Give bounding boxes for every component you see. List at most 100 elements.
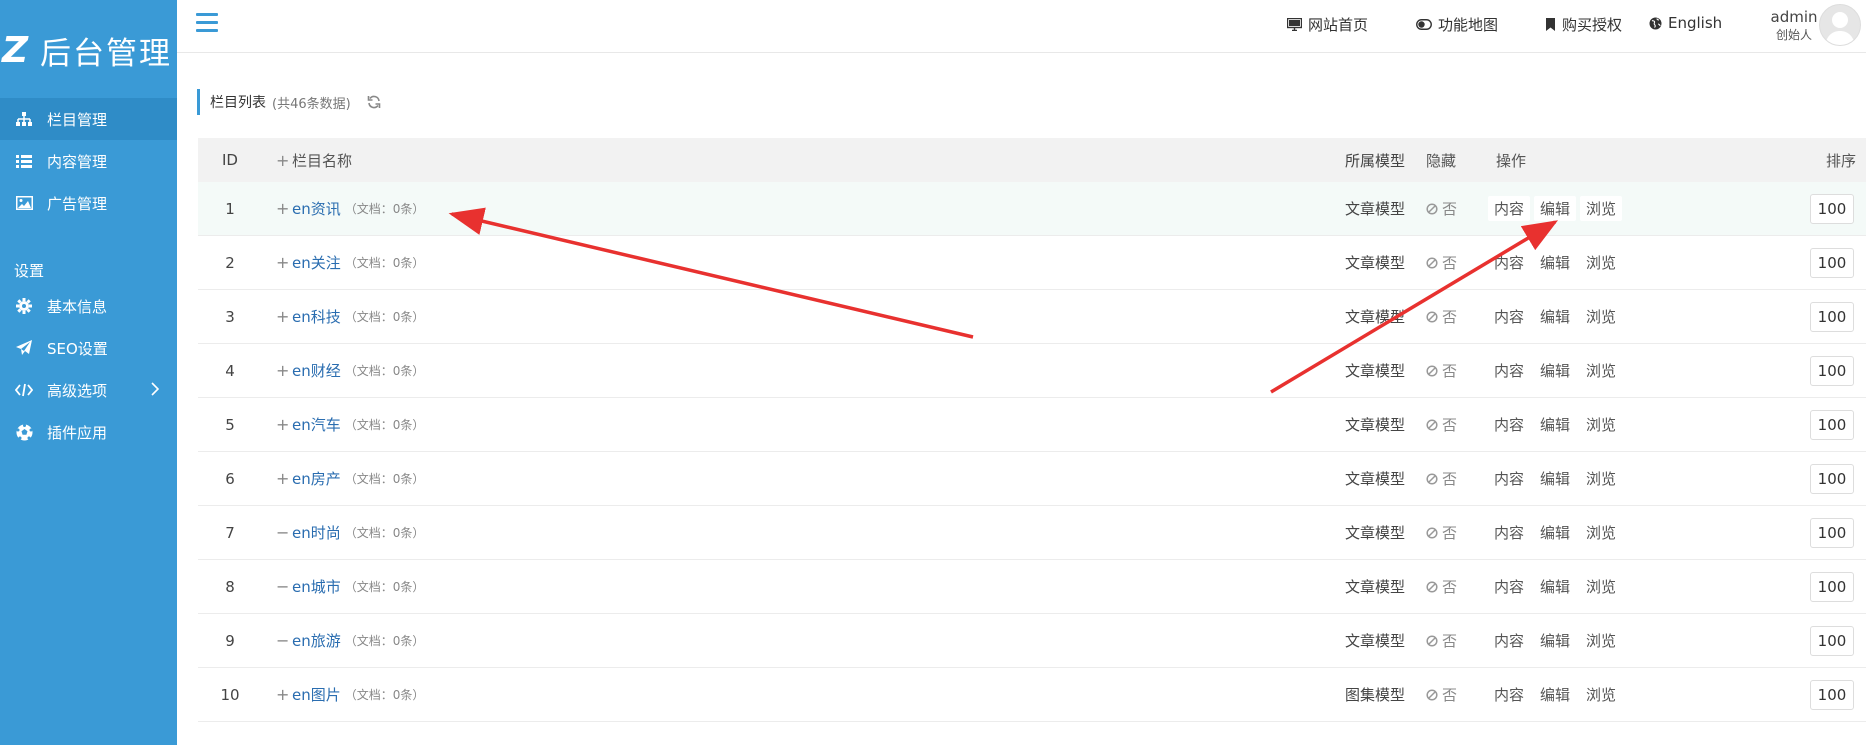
browse-button[interactable]: 浏览 — [1580, 412, 1622, 437]
row-hidden[interactable]: 否 — [1426, 614, 1457, 667]
sort-order-input[interactable] — [1810, 301, 1854, 332]
col-name[interactable]: + 栏目名称 — [276, 138, 352, 182]
sort-order-input[interactable] — [1810, 517, 1854, 548]
row-sort — [1810, 290, 1854, 343]
gear-icon — [15, 297, 33, 315]
browse-button[interactable]: 浏览 — [1580, 466, 1622, 491]
browse-button[interactable]: 浏览 — [1580, 196, 1623, 221]
sort-order-input[interactable] — [1810, 409, 1854, 440]
browse-button[interactable]: 浏览 — [1580, 628, 1622, 653]
sidebar-item-ads[interactable]: 广告管理 — [0, 182, 177, 224]
row-sort — [1810, 668, 1854, 721]
content-button[interactable]: 内容 — [1488, 250, 1530, 275]
browse-button[interactable]: 浏览 — [1580, 574, 1622, 599]
row-hidden[interactable]: 否 — [1426, 452, 1457, 505]
category-name-link[interactable]: en财经 — [292, 360, 341, 381]
sidebar-item-content[interactable]: 内容管理 — [0, 140, 177, 182]
row-hidden[interactable]: 否 — [1426, 506, 1457, 559]
expand-all-icon[interactable]: + — [276, 151, 292, 170]
edit-button[interactable]: 编辑 — [1534, 682, 1576, 707]
expand-toggle-icon[interactable]: − — [276, 523, 292, 542]
expand-toggle-icon[interactable]: + — [276, 307, 292, 326]
sidebar-item-category[interactable]: 栏目管理 — [0, 98, 177, 140]
content-button[interactable]: 内容 — [1488, 196, 1531, 221]
expand-toggle-icon[interactable]: − — [276, 577, 292, 596]
category-name-link[interactable]: en城市 — [292, 576, 341, 597]
expand-toggle-icon[interactable]: + — [276, 415, 292, 434]
ban-icon — [1426, 580, 1438, 593]
sort-order-input[interactable] — [1810, 355, 1854, 386]
sidebar-item-plugins[interactable]: 插件应用 — [0, 411, 177, 453]
sort-order-input[interactable] — [1810, 625, 1854, 656]
browse-button[interactable]: 浏览 — [1580, 304, 1622, 329]
sort-order-input[interactable] — [1810, 571, 1854, 602]
edit-button[interactable]: 编辑 — [1534, 628, 1576, 653]
user-name[interactable]: admin — [1769, 8, 1819, 26]
edit-button[interactable]: 编辑 — [1534, 574, 1576, 599]
row-hidden[interactable]: 否 — [1426, 668, 1457, 721]
row-hidden[interactable]: 否 — [1426, 344, 1457, 397]
browse-button[interactable]: 浏览 — [1580, 520, 1622, 545]
row-id: 10 — [220, 685, 240, 704]
category-name-link[interactable]: en时尚 — [292, 522, 341, 543]
edit-button[interactable]: 编辑 — [1534, 466, 1576, 491]
browse-button[interactable]: 浏览 — [1580, 358, 1622, 383]
category-name-link[interactable]: en科技 — [292, 306, 341, 327]
sort-order-input[interactable] — [1810, 193, 1854, 224]
row-hidden[interactable]: 否 — [1426, 398, 1457, 451]
language-english-link[interactable]: English — [1649, 14, 1722, 32]
edit-button[interactable]: 编辑 — [1534, 250, 1576, 275]
refresh-icon[interactable] — [367, 95, 381, 109]
doc-count: （文档：0条） — [344, 688, 425, 702]
category-name-link[interactable]: en关注 — [292, 252, 341, 273]
expand-toggle-icon[interactable]: + — [276, 253, 292, 272]
col-sort: 排序 — [1826, 151, 1857, 170]
browse-button[interactable]: 浏览 — [1580, 250, 1622, 275]
bookmark-icon — [1546, 18, 1555, 31]
site-home-link[interactable]: 网站首页 — [1287, 14, 1368, 35]
feature-map-link[interactable]: 功能地图 — [1416, 14, 1498, 35]
sort-order-input[interactable] — [1810, 679, 1854, 710]
content-button[interactable]: 内容 — [1488, 520, 1530, 545]
expand-toggle-icon[interactable]: + — [276, 469, 292, 488]
edit-button[interactable]: 编辑 — [1534, 304, 1576, 329]
expand-toggle-icon[interactable]: + — [276, 685, 292, 704]
category-name-link[interactable]: en汽车 — [292, 414, 341, 435]
sidebar-item-seo[interactable]: SEO设置 — [0, 327, 177, 369]
table-row: 9− en旅游 （文档：0条） 文章模型否内容 编辑 浏览 — [198, 614, 1866, 668]
edit-button[interactable]: 编辑 — [1534, 358, 1576, 383]
expand-toggle-icon[interactable]: − — [276, 631, 292, 650]
ban-icon — [1426, 526, 1438, 539]
content-button[interactable]: 内容 — [1488, 628, 1530, 653]
sort-order-input[interactable] — [1810, 247, 1854, 278]
row-hidden[interactable]: 否 — [1426, 560, 1457, 613]
content-button[interactable]: 内容 — [1488, 358, 1530, 383]
sort-order-input[interactable] — [1810, 463, 1854, 494]
sidebar-item-advanced[interactable]: 高级选项 — [0, 369, 177, 411]
row-hidden[interactable]: 否 — [1426, 290, 1457, 343]
content-button[interactable]: 内容 — [1488, 412, 1530, 437]
logo: Z 后台管理 — [0, 28, 177, 72]
expand-toggle-icon[interactable]: + — [276, 361, 292, 380]
category-name-link[interactable]: en资讯 — [292, 198, 341, 219]
row-id: 8 — [225, 577, 235, 596]
category-name-link[interactable]: en房产 — [292, 468, 341, 489]
edit-button[interactable]: 编辑 — [1534, 196, 1577, 221]
edit-button[interactable]: 编辑 — [1534, 412, 1576, 437]
hamburger-menu-icon[interactable] — [196, 13, 218, 33]
category-name-link[interactable]: en图片 — [292, 684, 341, 705]
content-button[interactable]: 内容 — [1488, 466, 1530, 491]
sidebar-item-basic-info[interactable]: 基本信息 — [0, 285, 177, 327]
content-button[interactable]: 内容 — [1488, 682, 1530, 707]
avatar[interactable] — [1819, 4, 1861, 46]
content-button[interactable]: 内容 — [1488, 304, 1530, 329]
row-name: + en科技 （文档：0条） — [276, 290, 424, 343]
category-name-link[interactable]: en旅游 — [292, 630, 341, 651]
expand-toggle-icon[interactable]: + — [276, 199, 292, 218]
buy-license-link[interactable]: 购买授权 — [1545, 14, 1622, 35]
content-button[interactable]: 内容 — [1488, 574, 1530, 599]
edit-button[interactable]: 编辑 — [1534, 520, 1576, 545]
browse-button[interactable]: 浏览 — [1580, 682, 1622, 707]
row-hidden[interactable]: 否 — [1426, 236, 1457, 289]
row-hidden[interactable]: 否 — [1426, 182, 1457, 235]
